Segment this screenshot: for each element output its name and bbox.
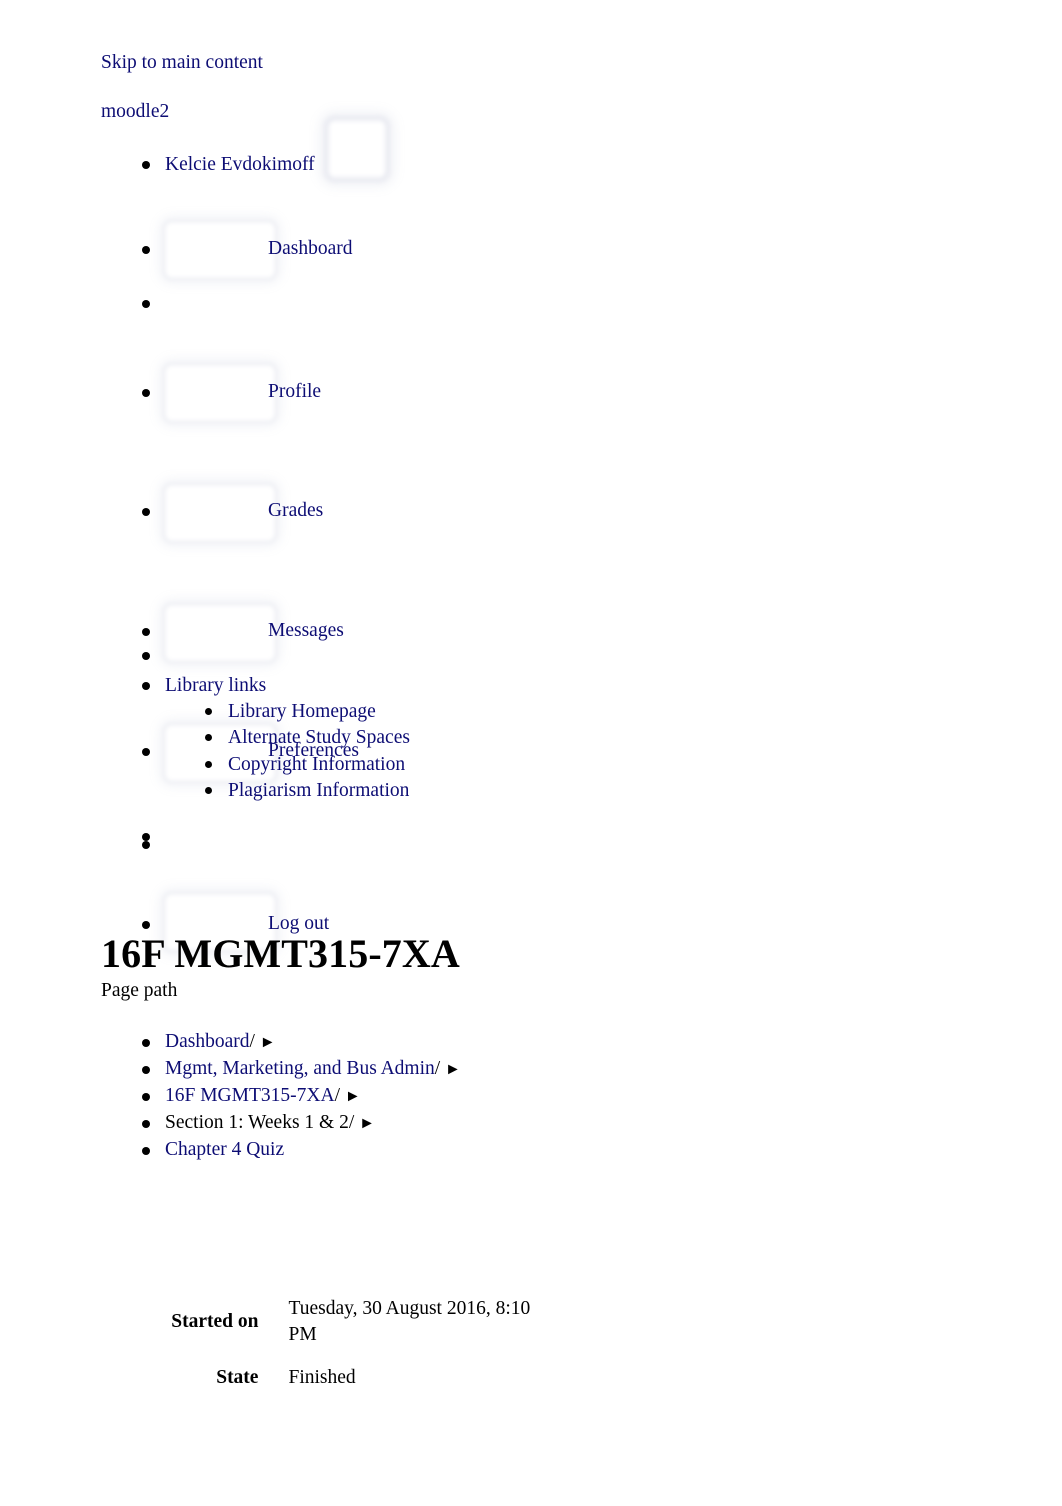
row-label-state: State [216, 1366, 259, 1388]
page-title: 16F MGMT315-7XA [101, 930, 460, 976]
nav-item-profile[interactable]: Profile [101, 253, 961, 423]
library-link-homepage[interactable]: Library Homepage [228, 699, 376, 725]
quiz-summary-table: Started on Tuesday, 30 August 2016, 8:10… [101, 1288, 661, 1399]
breadcrumb-link-course[interactable]: 16F MGMT315-7XA [165, 1085, 335, 1106]
list-bullet [205, 708, 212, 715]
table-row: Started on Tuesday, 30 August 2016, 8:10… [101, 1288, 661, 1357]
row-label-started-on: Started on [171, 1311, 259, 1333]
breadcrumb: Dashboard/ ► Mgmt, Marketing, and Bus Ad… [101, 1029, 961, 1164]
broken-image-icon [163, 603, 277, 663]
list-bullet [142, 161, 150, 169]
library-link-plagiarism-information[interactable]: Plagiarism Information [228, 778, 409, 804]
site-name-link[interactable]: moodle2 [101, 99, 169, 125]
nav-item-label-messages[interactable]: Messages [268, 618, 344, 644]
list-bullet [142, 628, 150, 636]
row-value-state: Finished [268, 1357, 661, 1399]
list-bullet [142, 1066, 150, 1074]
chevron-right-icon: ► [344, 1088, 361, 1105]
state-value: Finished [288, 1366, 356, 1388]
nav-item-logout[interactable]: Log out [101, 520, 961, 952]
nav-item-messages[interactable]: Messages [101, 373, 961, 663]
breadcrumb-label-section: Section 1: Weeks 1 & 2 [165, 1112, 349, 1133]
list-bullet [142, 652, 150, 660]
list-bullet [142, 833, 150, 841]
chevron-right-icon: ► [259, 1034, 276, 1051]
breadcrumb-separator: / [434, 1058, 441, 1079]
page-path-label: Page path [101, 980, 178, 1001]
breadcrumb-text: Mgmt, Marketing, and Bus Admin/ ► [165, 1056, 461, 1082]
nav-item-grades[interactable]: Grades [101, 313, 961, 543]
list-bullet [205, 734, 212, 741]
breadcrumb-item: Section 1: Weeks 1 & 2/ ► [101, 1110, 961, 1137]
breadcrumb-item: 16F MGMT315-7XA/ ► [101, 1083, 961, 1110]
breadcrumb-text: Dashboard/ ► [165, 1029, 276, 1055]
user-navigation-menu: Kelcie Evdokimoff Dashboard Profile Grad… [101, 115, 961, 952]
list-bullet [142, 1039, 150, 1047]
breadcrumb-item: Dashboard/ ► [101, 1029, 961, 1056]
library-link-copyright-information[interactable]: Copyright Information [228, 752, 405, 778]
list-bullet [142, 841, 150, 849]
list-bullet [142, 1120, 150, 1128]
table-row: State Finished [101, 1357, 661, 1399]
broken-avatar-icon [323, 115, 391, 183]
breadcrumb-text: Section 1: Weeks 1 & 2/ ► [165, 1110, 375, 1136]
chevron-right-icon: ► [445, 1061, 461, 1078]
breadcrumb-separator: / [334, 1085, 340, 1106]
skip-to-main-content-link[interactable]: Skip to main content [101, 50, 263, 76]
user-name-link[interactable]: Kelcie Evdokimoff [165, 152, 315, 178]
list-bullet [142, 748, 150, 756]
row-value-started-on: Tuesday, 30 August 2016, 8:10 PM [268, 1288, 661, 1357]
list-bullet [205, 761, 212, 768]
library-links-title[interactable]: Library links [165, 673, 266, 699]
started-on-value: Tuesday, 30 August 2016, 8:10 PM [288, 1298, 531, 1346]
breadcrumb-link-category[interactable]: Mgmt, Marketing, and Bus Admin [165, 1058, 435, 1079]
breadcrumb-separator: / [348, 1112, 355, 1133]
breadcrumb-item: Mgmt, Marketing, and Bus Admin/ ► [101, 1056, 961, 1083]
breadcrumb-separator: / [249, 1031, 255, 1052]
chevron-right-icon: ► [359, 1115, 375, 1132]
nav-item-preferences[interactable]: Preferences [101, 433, 961, 783]
breadcrumb-text: 16F MGMT315-7XA/ ► [165, 1083, 361, 1109]
breadcrumb-link-dashboard[interactable]: Dashboard [165, 1031, 249, 1052]
nav-item-username[interactable]: Kelcie Evdokimoff [101, 115, 961, 198]
nav-item-separator-2 [101, 493, 961, 841]
list-bullet [142, 1147, 150, 1155]
breadcrumb-item: Chapter 4 Quiz [101, 1137, 961, 1164]
library-link-alternate-study-spaces[interactable]: Alternate Study Spaces [228, 725, 410, 751]
list-bullet [142, 1093, 150, 1101]
list-bullet [205, 787, 212, 794]
breadcrumb-text: Chapter 4 Quiz [165, 1137, 284, 1163]
nav-item-dashboard[interactable]: Dashboard [101, 198, 961, 280]
list-bullet [142, 682, 150, 690]
nav-item-separator-1 [101, 226, 961, 308]
breadcrumb-link-quiz[interactable]: Chapter 4 Quiz [165, 1139, 284, 1160]
